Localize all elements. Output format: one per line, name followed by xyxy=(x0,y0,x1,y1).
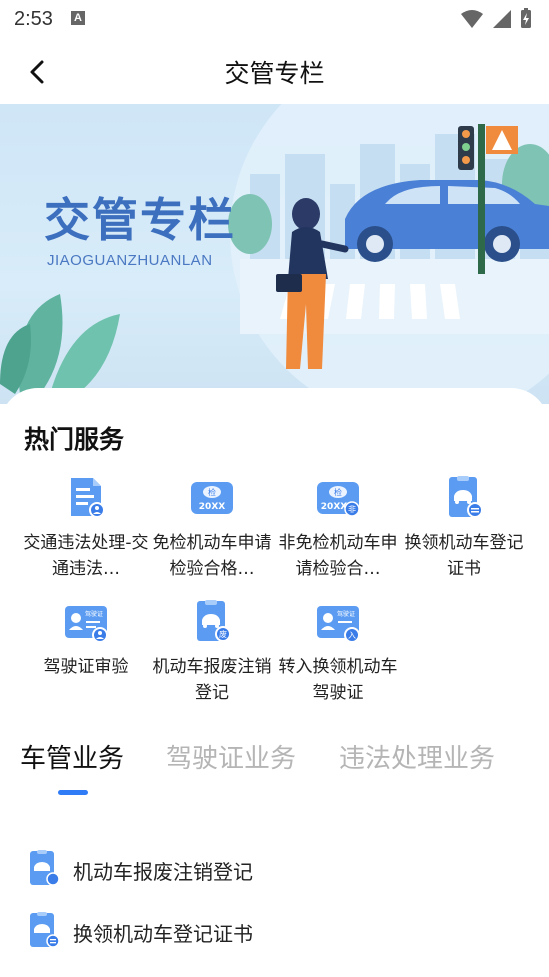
service-traffic-violation[interactable]: 交通违法处理-交通违法… xyxy=(22,476,150,582)
service-label: 转入换领机动车驾驶证 xyxy=(278,657,398,703)
service-label: 机动车报废注销登记 xyxy=(152,657,272,703)
nav-bar: 交管专栏 xyxy=(0,40,549,104)
driver-license-icon: 驾驶证 入 xyxy=(317,606,360,643)
inspection-badge-icon: 检 20XX xyxy=(191,482,233,514)
car-certificate-icon xyxy=(30,912,60,948)
list-item[interactable]: 机动车报废注销登记 xyxy=(28,850,528,890)
service-non-exempt-inspection[interactable]: 检 20XX 非 非免检机动车申请检验合… xyxy=(274,476,402,582)
service-exempt-inspection[interactable]: 检 20XX 免检机动车申请检验合格… xyxy=(148,476,276,582)
hot-services-title: 热门服务 xyxy=(24,425,125,454)
status-bar: 2:53 A xyxy=(0,0,549,40)
tab-violation-handling[interactable]: 违法处理业务 xyxy=(339,738,495,775)
car-certificate-icon xyxy=(449,476,483,518)
services-card: 热门服务 交通违法处理-交通违法… 检 20XX 免检机动车申请检验合格… 检 xyxy=(0,388,549,977)
list-item-label: 换领机动车登记证书 xyxy=(73,922,253,946)
service-transfer-license[interactable]: 驾驶证 入 转入换领机动车驾驶证 xyxy=(274,600,402,706)
svg-text:驾驶证: 驾驶证 xyxy=(85,610,103,618)
svg-text:检: 检 xyxy=(208,487,216,497)
svg-text:检: 检 xyxy=(334,487,342,497)
tab-vehicle-management[interactable]: 车管业务 xyxy=(20,738,124,775)
svg-text:驾驶证: 驾驶证 xyxy=(337,610,355,618)
car-scrap-icon xyxy=(30,850,60,886)
status-icons xyxy=(461,8,531,28)
wifi-icon xyxy=(461,10,483,28)
service-label: 非免检机动车申请检验合… xyxy=(278,533,398,579)
svg-text:20XX: 20XX xyxy=(199,502,225,512)
svg-text:非: 非 xyxy=(348,504,356,514)
list-item-label: 机动车报废注销登记 xyxy=(73,860,253,884)
status-time: 2:53 xyxy=(14,8,53,30)
svg-text:入: 入 xyxy=(348,631,356,640)
service-label: 换领机动车登记证书 xyxy=(404,533,524,579)
document-icon xyxy=(71,478,105,518)
notification-icon: A xyxy=(71,11,85,25)
banner-image: 交管专栏 JIAOGUANZHUANLAN xyxy=(0,104,549,404)
list-item[interactable]: 换领机动车登记证书 xyxy=(28,912,528,952)
service-label: 免检机动车申请检验合格… xyxy=(152,533,272,579)
svg-text:废: 废 xyxy=(219,629,227,639)
car-scrap-icon: 废 xyxy=(197,600,231,642)
signal-icon xyxy=(493,10,511,28)
tab-driver-license[interactable]: 驾驶证业务 xyxy=(166,738,296,775)
svg-text:20XX: 20XX xyxy=(321,502,347,512)
service-label: 交通违法处理-交通违法… xyxy=(23,533,149,579)
inspection-badge-icon: 检 20XX 非 xyxy=(317,482,360,517)
service-car-scrap[interactable]: 废 机动车报废注销登记 xyxy=(148,600,276,706)
page-title: 交管专栏 xyxy=(224,59,325,88)
banner-subtitle: JIAOGUANZHUANLAN xyxy=(47,252,213,269)
service-license-review[interactable]: 驾驶证 驾驶证审验 xyxy=(22,600,150,680)
service-label: 驾驶证审验 xyxy=(43,657,129,677)
service-renew-certificate[interactable]: 换领机动车登记证书 xyxy=(400,476,528,582)
active-tab-indicator xyxy=(58,790,88,795)
business-tabs: 车管业务 驾驶证业务 违法处理业务 xyxy=(0,738,549,798)
driver-license-icon: 驾驶证 xyxy=(65,606,108,643)
banner-title: 交管专栏 xyxy=(44,193,236,247)
